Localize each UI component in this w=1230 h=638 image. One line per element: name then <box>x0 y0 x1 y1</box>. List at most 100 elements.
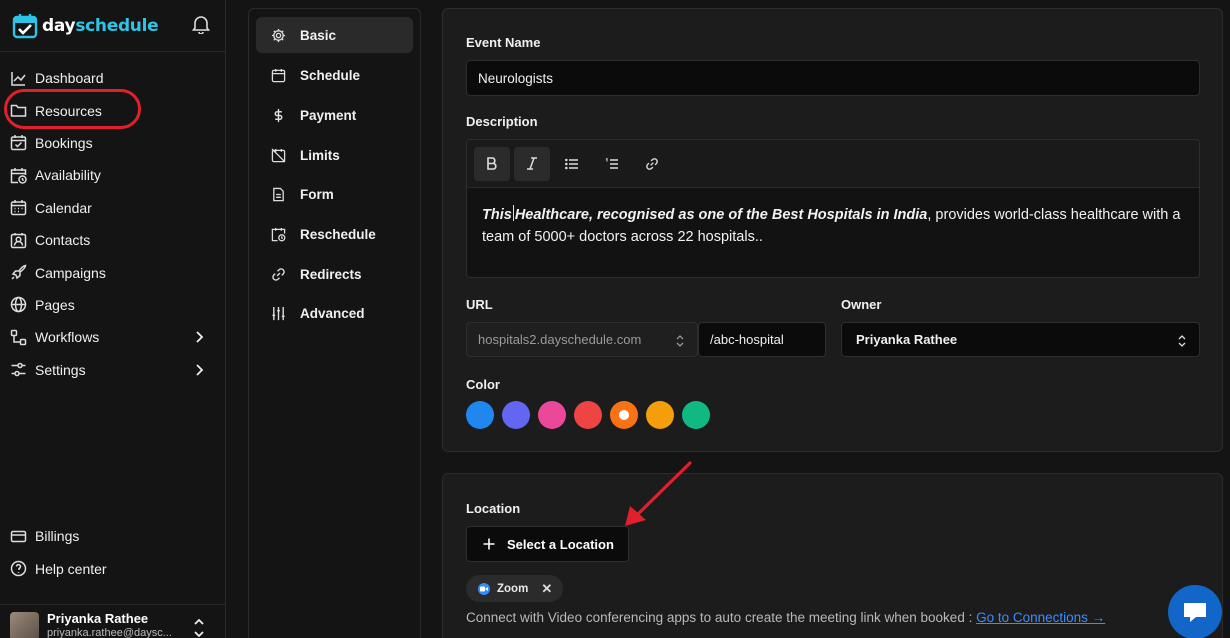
chat-support-button[interactable] <box>1168 585 1222 638</box>
zoom-icon <box>478 582 490 595</box>
bullet-list-button[interactable] <box>554 147 590 181</box>
dollar-icon <box>274 108 283 123</box>
color-swatch-amber[interactable] <box>646 401 674 429</box>
select-location-button[interactable]: Select a Location <box>466 526 629 562</box>
sidebar-item-contacts[interactable]: Contacts <box>0 224 225 256</box>
sidebar-item-calendar[interactable]: Calendar <box>0 192 225 224</box>
color-swatch-orange-selected[interactable] <box>610 401 638 429</box>
plus-icon <box>483 538 495 550</box>
tab-label: Schedule <box>300 68 361 84</box>
chat-icon <box>1184 603 1206 622</box>
logo[interactable]: dayschedule <box>12 13 159 39</box>
tab-reschedule[interactable]: Reschedule <box>256 215 413 255</box>
description-text[interactable]: This Healthcare, recognised as one of the… <box>467 188 1199 264</box>
sidebar-item-label: Settings <box>35 361 86 378</box>
location-chip-label: Zoom <box>497 582 529 595</box>
chevron-up-down-icon <box>676 335 684 347</box>
tab-form[interactable]: Form <box>256 175 413 215</box>
arrow-annotation <box>625 461 692 526</box>
event-name-field[interactable]: Neurologists <box>466 60 1200 96</box>
calendar-check-icon <box>10 135 27 151</box>
sidebar-item-label: Contacts <box>35 232 91 249</box>
user-menu[interactable]: Priyanka Rathee priyanka.rathee@daysc... <box>0 604 225 638</box>
sidebar-item-availability[interactable]: Availability <box>0 159 225 191</box>
owner-select[interactable]: Priyanka Rathee <box>841 322 1200 357</box>
calendar-clock-icon <box>271 228 286 242</box>
chevron-right-icon <box>196 363 204 376</box>
italic-button[interactable] <box>514 146 550 181</box>
basic-details-panel: Event Name Neurologists Description This… <box>442 8 1223 452</box>
color-swatches <box>466 401 710 429</box>
bullet-list-icon <box>565 158 578 169</box>
link-icon <box>272 268 285 281</box>
tab-advanced[interactable]: Advanced <box>256 294 413 334</box>
numbered-list-icon <box>605 157 618 169</box>
calendar-check-logo-icon <box>12 13 38 38</box>
calendar-icon <box>271 69 286 83</box>
tab-limits[interactable]: Limits <box>256 135 413 175</box>
sidebar-item-billings[interactable]: Billings <box>0 520 225 552</box>
connect-hint-text: Connect with Video conferencing apps to … <box>466 610 977 625</box>
chevron-up-down-icon <box>194 618 204 638</box>
url-domain-select[interactable]: hospitals2.dayschedule.com <box>466 322 698 357</box>
bell-icon[interactable] <box>192 14 210 34</box>
numbered-list-button[interactable] <box>594 147 630 181</box>
color-swatch-blue[interactable] <box>466 401 494 429</box>
sidebar-item-label: Availability <box>35 167 101 184</box>
color-swatch-pink[interactable] <box>538 401 566 429</box>
go-to-connections-link[interactable]: Go to Connections → <box>976 610 1105 625</box>
color-label: Color <box>466 377 500 392</box>
sidebar-item-workflows[interactable]: Workflows <box>0 321 225 353</box>
sidebar-item-label: Bookings <box>35 134 93 151</box>
tab-label: Payment <box>300 108 357 124</box>
sidebar-item-bookings[interactable]: Bookings <box>0 127 225 159</box>
contact-icon <box>10 232 27 248</box>
chart-line-icon <box>11 71 26 86</box>
gear-icon <box>271 28 286 42</box>
url-domain-value: hospitals2.dayschedule.com <box>478 332 642 347</box>
description-bold-phrase: Healthcare, recognised as one of the Bes… <box>514 207 928 223</box>
url-slug-field[interactable]: /abc-hospital <box>698 322 826 357</box>
owner-label: Owner <box>841 297 882 312</box>
tab-schedule[interactable]: Schedule <box>256 56 413 96</box>
sidebar-item-campaigns[interactable]: Campaigns <box>0 256 225 288</box>
tab-label: Basic <box>300 27 337 43</box>
brand-name: dayschedule <box>42 15 159 36</box>
chevron-right-icon <box>196 331 204 343</box>
chevron-up-down-icon <box>1178 335 1186 347</box>
calendar-icon <box>10 200 27 216</box>
tab-redirects[interactable]: Redirects <box>256 254 413 294</box>
bold-button[interactable] <box>474 146 510 181</box>
url-label: URL <box>466 297 493 312</box>
event-settings-nav: Basic Schedule Payment Limits Form Resch… <box>248 8 421 638</box>
close-icon[interactable]: ✕ <box>541 581 552 597</box>
tab-label: Redirects <box>300 266 362 282</box>
description-editor: This Healthcare, recognised as one of the… <box>466 139 1200 278</box>
color-swatch-red[interactable] <box>574 401 602 429</box>
file-text-icon <box>273 188 284 202</box>
help-circle-icon <box>10 560 27 577</box>
tab-label: Advanced <box>300 306 365 322</box>
sliders-vertical-icon <box>272 307 285 321</box>
bold-icon <box>487 157 497 170</box>
highlight-annotation <box>4 89 141 129</box>
link-icon <box>646 157 658 170</box>
tab-payment[interactable]: Payment <box>256 96 413 136</box>
event-name-label: Event Name <box>466 35 541 50</box>
tab-basic[interactable]: Basic <box>256 17 413 53</box>
calendar-off-icon <box>271 148 286 163</box>
sidebar: dayschedule Dashboard Resources Bookings… <box>0 0 226 638</box>
sidebar-item-help-center[interactable]: Help center <box>0 552 225 584</box>
color-swatch-green[interactable] <box>682 401 710 429</box>
sidebar-item-label: Help center <box>35 560 107 577</box>
sidebar-item-settings[interactable]: Settings <box>0 354 225 386</box>
sidebar-item-label: Dashboard <box>35 70 104 87</box>
select-location-label: Select a Location <box>507 536 614 552</box>
link-button[interactable] <box>634 147 670 181</box>
sidebar-item-pages[interactable]: Pages <box>0 289 225 321</box>
sliders-icon <box>11 362 26 377</box>
color-swatch-indigo[interactable] <box>502 401 530 429</box>
user-name: Priyanka Rathee <box>47 610 149 626</box>
connect-hint: Connect with Video conferencing apps to … <box>466 610 1105 625</box>
credit-card-icon <box>10 530 27 542</box>
